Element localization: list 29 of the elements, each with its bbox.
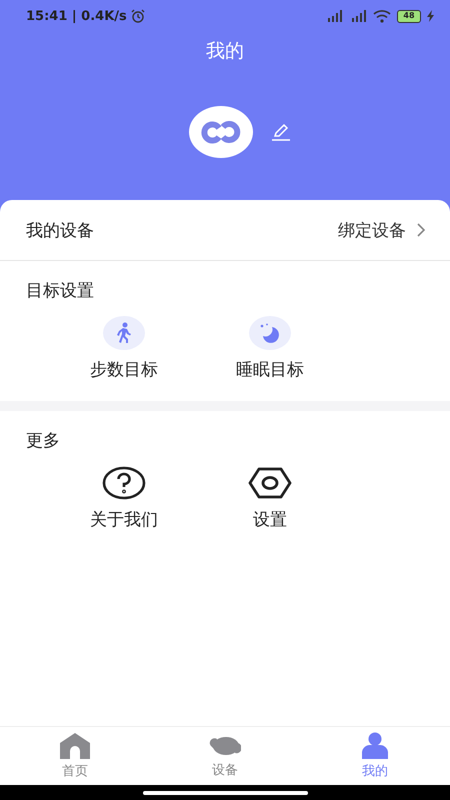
walking-person-icon [114,322,134,344]
battery-level: 48 [397,10,421,22]
menu-item[interactable]: 步数目标 [64,316,184,381]
menu-item[interactable]: 睡眠目标 [210,316,330,381]
status-time: 15:41 | 0.4K/s [26,8,127,24]
moon-icon [259,323,281,343]
settings-icon [248,467,292,499]
tab[interactable]: 我的 [300,727,450,785]
menu-item[interactable]: 关于我们 [64,466,184,531]
person-icon [359,732,391,760]
menu-item[interactable]: 设置 [210,466,330,531]
device-label: 我的设备 [26,220,94,242]
section-title: 目标设置 [26,280,95,302]
section-title: 更多 [26,430,61,452]
logo-icon [201,120,241,144]
home-icon [59,732,91,760]
tab[interactable]: 首页 [0,727,150,785]
signal-icon [349,10,367,22]
bind-device-link[interactable]: 绑定设备 [338,218,426,242]
chevron-right-icon [416,222,426,238]
signal-icon [325,10,343,22]
alarm-icon [130,9,145,23]
edit-icon[interactable] [271,123,291,141]
tab[interactable]: 设备 [150,727,300,785]
charging-icon [427,10,434,22]
wifi-icon [373,10,391,22]
help-icon [102,466,146,500]
home-indicator[interactable] [142,790,308,794]
page-title: 我的 [206,39,244,64]
